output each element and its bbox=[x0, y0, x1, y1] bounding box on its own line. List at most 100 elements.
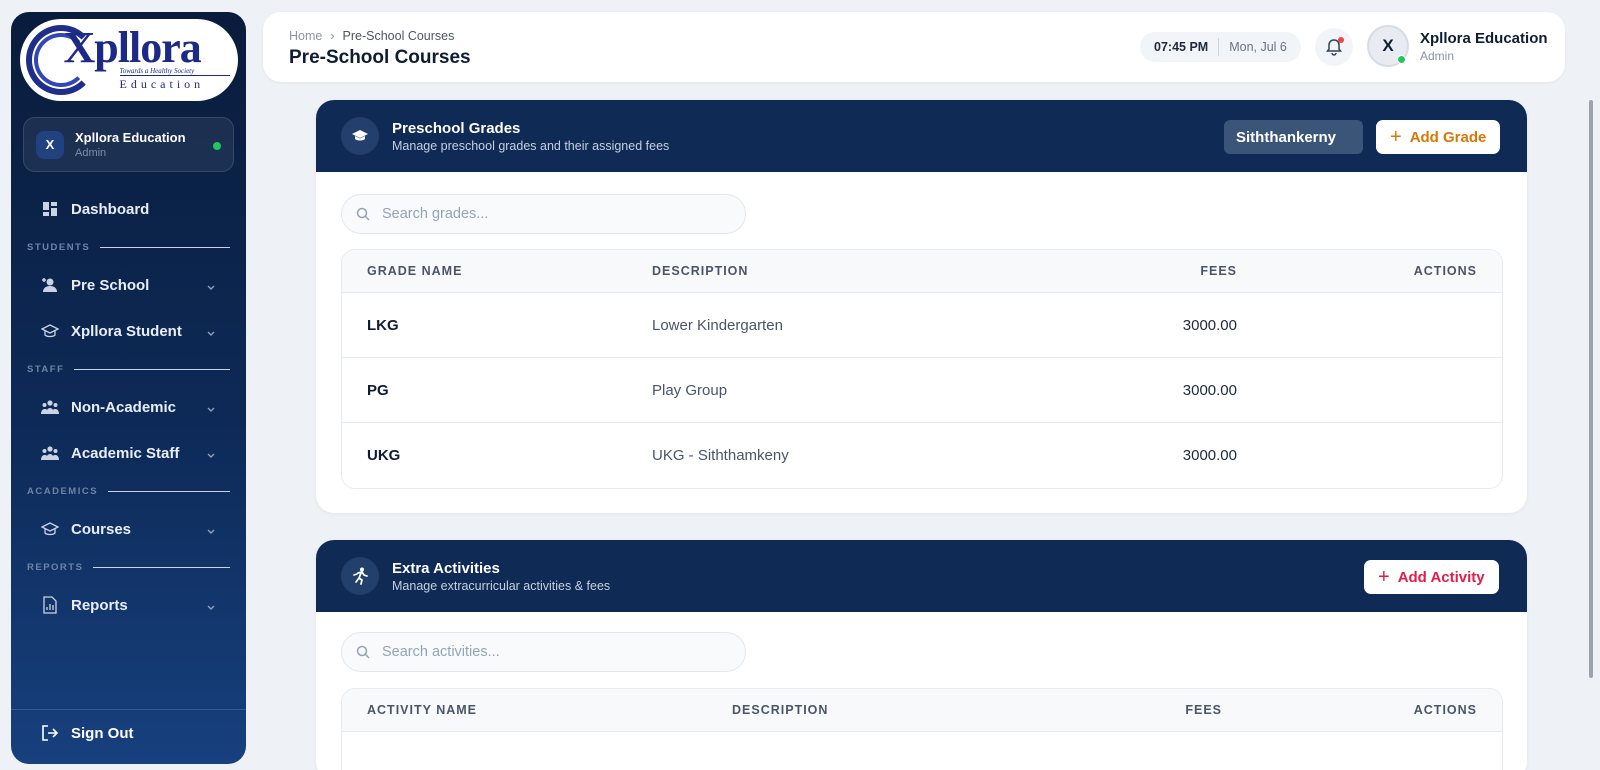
column-header[interactable]: DESCRIPTION bbox=[732, 703, 828, 717]
logo-tagline: Towards a Healthy Society bbox=[119, 66, 195, 75]
top-header: Home › Pre-School Courses Pre-School Cou… bbox=[263, 12, 1565, 82]
card-header: Extra Activities Manage extracurricular … bbox=[316, 540, 1527, 612]
sidebar-item-pre-school[interactable]: Pre School bbox=[11, 262, 246, 308]
sidebar-item-xpllora-student[interactable]: Xpllora Student bbox=[11, 308, 246, 354]
divider bbox=[11, 709, 246, 710]
sidebar-item-label: Xpllora Student bbox=[71, 322, 182, 340]
sidebar-item-label: Academic Staff bbox=[71, 444, 180, 462]
activities-table: ACTIVITY NAME DESCRIPTION FEES ACTIONS bbox=[341, 688, 1503, 770]
add-grade-button[interactable]: + Add Grade bbox=[1376, 120, 1501, 154]
section-reports: REPORTS bbox=[11, 552, 246, 582]
grade-description: Lower Kindergarten bbox=[652, 316, 783, 334]
column-header[interactable]: FEES bbox=[1185, 703, 1222, 717]
card-subtitle: Manage preschool grades and their assign… bbox=[392, 139, 670, 153]
users-icon bbox=[41, 398, 59, 416]
table-header: ACTIVITY NAME DESCRIPTION FEES ACTIONS bbox=[342, 689, 1502, 732]
online-status-dot bbox=[213, 142, 221, 150]
grade-fees: 3000.00 bbox=[1182, 316, 1237, 334]
header-user-name[interactable]: Xpllora Education bbox=[1420, 30, 1548, 47]
extra-activities-card: Extra Activities Manage extracurricular … bbox=[316, 540, 1527, 770]
grade-fees: 3000.00 bbox=[1182, 447, 1237, 464]
sidebar-item-dashboard[interactable]: Dashboard bbox=[11, 186, 246, 232]
page-scrollbar[interactable] bbox=[1589, 100, 1593, 678]
avatar: X bbox=[36, 130, 64, 159]
search-placeholder: Search grades... bbox=[382, 206, 489, 222]
column-header[interactable]: ACTIVITY NAME bbox=[367, 703, 477, 717]
sidebar-user-card[interactable]: X Xpllora Education Admin bbox=[23, 117, 234, 172]
plus-icon: + bbox=[1390, 126, 1402, 148]
xpllora-logo[interactable]: Xpllora Towards a Healthy Society Educat… bbox=[19, 18, 238, 101]
grades-table: GRADE NAME DESCRIPTION FEES ACTIONS LKG … bbox=[341, 249, 1503, 489]
grade-description: Play Group bbox=[652, 381, 728, 399]
graduation-cap-icon bbox=[41, 322, 59, 340]
plus-icon: + bbox=[1378, 566, 1390, 588]
sidebar-item-courses[interactable]: Courses bbox=[11, 506, 246, 552]
grade-fees: 3000.00 bbox=[1182, 381, 1237, 399]
card-header: Preschool Grades Manage preschool grades… bbox=[316, 100, 1527, 172]
grade-description: UKG - Siththamkeny bbox=[652, 447, 789, 464]
chevron-down-icon bbox=[206, 523, 216, 540]
sidebar-item-academic-staff[interactable]: Academic Staff bbox=[11, 430, 246, 476]
search-placeholder: Search activities... bbox=[382, 644, 500, 660]
column-header: ACTIONS bbox=[1413, 703, 1477, 717]
online-status-dot bbox=[1397, 55, 1406, 64]
users-icon bbox=[41, 444, 59, 462]
report-icon bbox=[41, 596, 59, 614]
dashboard-icon bbox=[41, 200, 59, 218]
column-header: ACTIONS bbox=[1413, 264, 1477, 278]
column-header[interactable]: FEES bbox=[1200, 264, 1237, 278]
running-person-icon bbox=[341, 557, 379, 595]
preschool-grades-card: Preschool Grades Manage preschool grades… bbox=[316, 100, 1527, 513]
clock-widget: 07:45 PM Mon, Jul 6 bbox=[1140, 32, 1301, 62]
card-title: Extra Activities bbox=[392, 560, 500, 577]
add-activity-button[interactable]: + Add Activity bbox=[1364, 560, 1499, 594]
sidebar-item-non-academic[interactable]: Non-Academic bbox=[11, 384, 246, 430]
card-subtitle: Manage extracurricular activities & fees bbox=[392, 579, 611, 593]
user-avatar[interactable]: X bbox=[1367, 25, 1409, 67]
chevron-down-icon bbox=[206, 401, 216, 418]
chevron-down-icon bbox=[206, 599, 216, 616]
clock-time: 07:45 PM bbox=[1154, 40, 1209, 54]
grade-name: LKG bbox=[367, 316, 399, 334]
graduation-cap-icon bbox=[41, 520, 59, 538]
page-title: Pre-School Courses bbox=[289, 47, 471, 68]
breadcrumb: Home › Pre-School Courses bbox=[289, 29, 454, 43]
notifications-button[interactable] bbox=[1315, 28, 1353, 66]
chevron-down-icon bbox=[206, 447, 216, 464]
sidebar-user-role: Admin bbox=[75, 147, 107, 159]
table-header: GRADE NAME DESCRIPTION FEES ACTIONS bbox=[342, 250, 1502, 293]
search-activities-input[interactable]: Search activities... bbox=[341, 632, 746, 672]
breadcrumb-home[interactable]: Home bbox=[289, 29, 322, 43]
sidebar-item-label: Reports bbox=[71, 596, 128, 614]
logo-subtitle: Education bbox=[119, 76, 205, 91]
sidebar-item-reports[interactable]: Reports bbox=[11, 582, 246, 628]
card-title: Preschool Grades bbox=[392, 120, 521, 137]
sidebar-item-label: Non-Academic bbox=[71, 398, 177, 416]
breadcrumb-separator: › bbox=[330, 29, 335, 43]
logo-text: Xpllora bbox=[63, 22, 202, 72]
logo-area: Xpllora Towards a Healthy Society Educat… bbox=[11, 12, 246, 107]
sign-out-button[interactable]: Sign Out bbox=[41, 724, 134, 742]
user-plus-icon bbox=[41, 276, 59, 294]
graduation-cap-icon bbox=[341, 117, 379, 155]
sign-out-label: Sign Out bbox=[71, 724, 134, 742]
section-staff: STAFF bbox=[11, 354, 246, 384]
section-academics: ACADEMICS bbox=[11, 476, 246, 506]
sidebar-item-label: Pre School bbox=[71, 276, 150, 294]
clock-date: Mon, Jul 6 bbox=[1229, 40, 1287, 54]
sidebar-item-label: Dashboard bbox=[71, 200, 150, 218]
section-students: STUDENTS bbox=[11, 232, 246, 262]
column-header[interactable]: GRADE NAME bbox=[367, 264, 462, 278]
search-icon bbox=[356, 207, 370, 221]
branch-select[interactable]: Siththankerny bbox=[1224, 120, 1363, 154]
sidebar-user-name: Xpllora Education bbox=[75, 130, 186, 145]
breadcrumb-current: Pre-School Courses bbox=[342, 29, 455, 43]
search-grades-input[interactable]: Search grades... bbox=[341, 194, 746, 234]
table-row[interactable]: PG Play Group 3000.00 bbox=[342, 358, 1502, 423]
notification-badge bbox=[1338, 37, 1344, 43]
table-row[interactable]: UKG UKG - Siththamkeny 3000.00 bbox=[342, 423, 1502, 488]
table-row[interactable]: LKG Lower Kindergarten 3000.00 bbox=[342, 293, 1502, 358]
chevron-down-icon bbox=[206, 279, 216, 296]
sidebar-item-label: Courses bbox=[71, 520, 132, 538]
column-header[interactable]: DESCRIPTION bbox=[652, 264, 748, 278]
